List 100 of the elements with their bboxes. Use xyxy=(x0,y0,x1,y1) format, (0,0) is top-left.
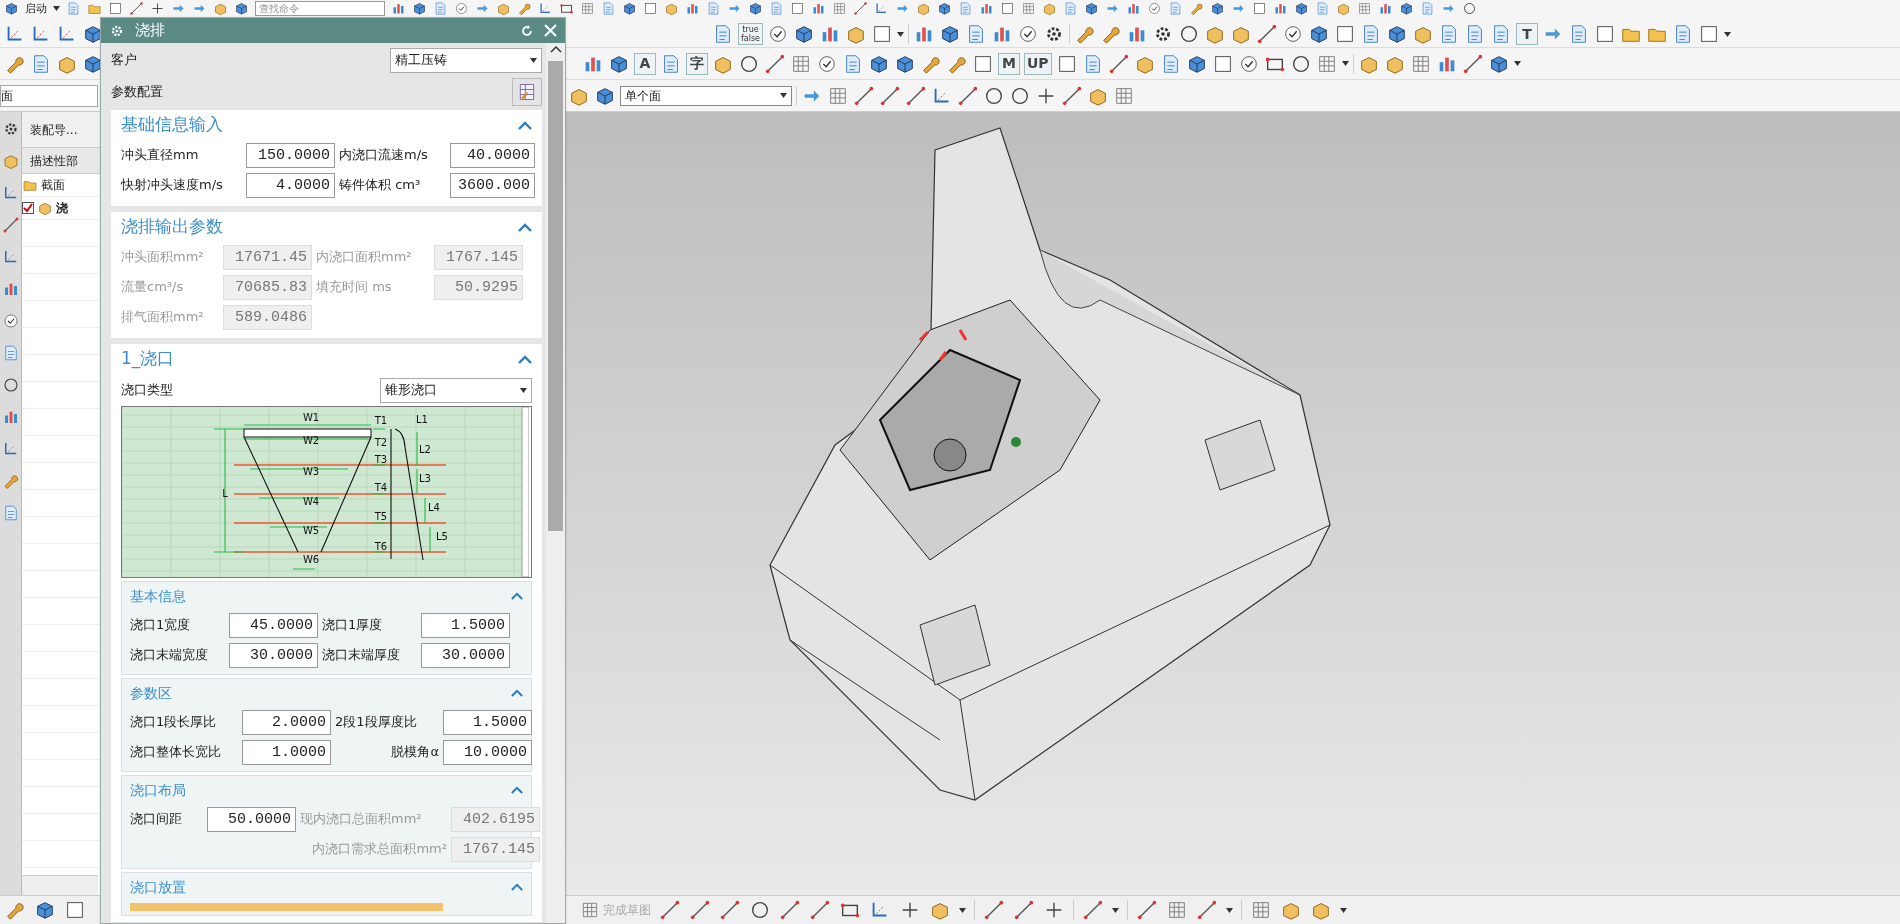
bar-icon[interactable] xyxy=(685,1,700,16)
grid-icon[interactable] xyxy=(832,1,847,16)
number-field[interactable]: 1.0000 xyxy=(242,739,331,765)
bar-icon[interactable] xyxy=(1273,1,1288,16)
wrench-icon[interactable] xyxy=(517,1,532,16)
config-button[interactable] xyxy=(512,78,542,106)
caret-icon[interactable] xyxy=(520,387,527,393)
line-icon[interactable] xyxy=(1,216,20,234)
cube-icon[interactable] xyxy=(622,1,637,16)
line-icon[interactable] xyxy=(1082,899,1104,921)
scroll-up-icon[interactable] xyxy=(549,45,562,53)
line-icon[interactable] xyxy=(129,1,144,16)
plus-icon[interactable] xyxy=(150,1,165,16)
horizontal-scrollbar[interactable] xyxy=(22,875,98,895)
line-icon[interactable] xyxy=(719,899,741,921)
collapse-icon[interactable] xyxy=(511,592,523,600)
grid-icon[interactable] xyxy=(1166,899,1188,921)
number-field[interactable]: 1.5000 xyxy=(421,612,510,638)
toolbar-button[interactable]: M xyxy=(998,52,1020,75)
square-icon[interactable] xyxy=(1252,1,1267,16)
collapse-icon[interactable] xyxy=(511,689,523,697)
collapse-icon[interactable] xyxy=(511,786,523,794)
cube-icon[interactable] xyxy=(1084,1,1099,16)
start-menu[interactable]: 启动 xyxy=(25,1,47,16)
reset-icon[interactable] xyxy=(520,23,534,38)
cube-icon[interactable] xyxy=(748,1,763,16)
bar-icon[interactable] xyxy=(979,1,994,16)
square-icon[interactable] xyxy=(1000,1,1015,16)
number-field[interactable]: 40.0000 xyxy=(450,142,535,168)
caret-icon[interactable] xyxy=(1112,907,1119,913)
toolbar-button[interactable]: A xyxy=(634,52,656,75)
box-icon[interactable] xyxy=(1,152,20,170)
number-field[interactable]: 50.0000 xyxy=(207,806,296,832)
number-field[interactable]: 10.0000 xyxy=(443,739,532,765)
wrench-icon[interactable] xyxy=(1189,1,1204,16)
caret-icon[interactable] xyxy=(897,31,905,37)
cube-icon[interactable] xyxy=(1210,1,1225,16)
tree-item[interactable]: 截面 xyxy=(41,176,65,194)
rectangle-icon[interactable] xyxy=(559,1,574,16)
line-icon[interactable] xyxy=(659,899,681,921)
gate-type-dropdown[interactable]: 锥形浇口 xyxy=(380,377,532,403)
cube-icon[interactable] xyxy=(4,1,19,16)
caret-icon[interactable] xyxy=(780,93,787,98)
line-icon[interactable] xyxy=(1196,899,1218,921)
bar-icon[interactable] xyxy=(1126,1,1141,16)
caret-icon[interactable] xyxy=(1513,61,1521,66)
bar-icon[interactable] xyxy=(391,1,406,16)
scrollbar-thumb[interactable] xyxy=(548,61,563,531)
caret-icon[interactable] xyxy=(530,57,537,63)
caret-icon[interactable] xyxy=(1226,907,1233,913)
number-field[interactable]: 4.0000 xyxy=(246,172,335,198)
number-field[interactable]: 3600.000 xyxy=(450,172,535,198)
line-icon[interactable] xyxy=(983,899,1005,921)
toolbar-button[interactable]: true false xyxy=(738,23,764,45)
line-icon[interactable] xyxy=(1061,84,1083,107)
line-icon[interactable] xyxy=(1461,52,1484,75)
grid-icon[interactable] xyxy=(1357,1,1372,16)
cube-icon[interactable] xyxy=(1399,1,1414,16)
line-icon[interactable] xyxy=(1107,52,1130,75)
collapse-icon[interactable] xyxy=(518,120,532,130)
cube-icon[interactable] xyxy=(234,1,249,16)
toolbar-button[interactable]: 字 xyxy=(686,52,708,75)
line-icon[interactable] xyxy=(1136,899,1158,921)
line-icon[interactable] xyxy=(779,899,801,921)
scope-field[interactable]: 面 xyxy=(0,84,98,107)
close-icon[interactable] xyxy=(544,24,557,37)
caret-icon[interactable] xyxy=(1340,907,1347,913)
number-field[interactable]: 45.0000 xyxy=(229,612,318,638)
bar-icon[interactable] xyxy=(811,1,826,16)
caret-icon[interactable] xyxy=(1341,61,1349,66)
check-circle-icon[interactable] xyxy=(454,1,469,16)
collapse-icon[interactable] xyxy=(518,222,532,232)
square-icon[interactable] xyxy=(790,1,805,16)
collapse-icon[interactable] xyxy=(518,354,532,364)
number-field[interactable]: 150.0000 xyxy=(246,142,335,168)
line-icon[interactable] xyxy=(764,52,786,75)
cube-icon[interactable] xyxy=(937,1,952,16)
cube-icon[interactable] xyxy=(34,899,56,921)
axes-icon[interactable] xyxy=(538,1,553,16)
circle-icon[interactable] xyxy=(1462,1,1477,16)
command-search-field[interactable]: 查找命令 xyxy=(255,1,385,16)
square-icon[interactable] xyxy=(108,1,123,16)
toolbar-button[interactable]: UP xyxy=(1024,52,1052,75)
check-circle-icon[interactable] xyxy=(1,312,20,330)
column-header[interactable]: 描述性部 xyxy=(30,151,78,170)
tree-item[interactable]: 浇 xyxy=(56,199,68,217)
line-icon[interactable] xyxy=(957,84,979,107)
grid-icon[interactable] xyxy=(580,1,595,16)
caret-icon[interactable] xyxy=(959,907,966,913)
grid-icon[interactable] xyxy=(1021,1,1036,16)
line-icon[interactable] xyxy=(1013,899,1035,921)
number-field[interactable]: 1.5000 xyxy=(443,709,532,735)
line-icon[interactable] xyxy=(905,84,927,107)
customer-dropdown[interactable]: 精工压铸 xyxy=(390,47,542,73)
line-icon[interactable] xyxy=(809,899,831,921)
axes-icon[interactable] xyxy=(874,1,889,16)
circle-icon[interactable] xyxy=(1,376,20,394)
bar-icon[interactable] xyxy=(1378,1,1393,16)
cube-icon[interactable] xyxy=(412,1,427,16)
line-icon[interactable] xyxy=(689,899,711,921)
